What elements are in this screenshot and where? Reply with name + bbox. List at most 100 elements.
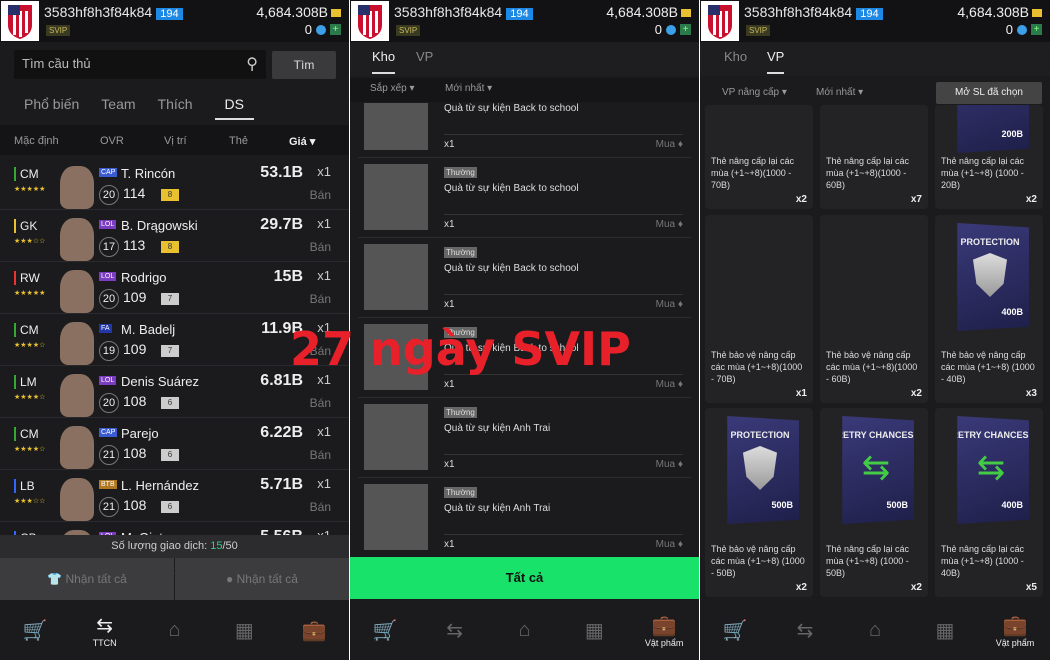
sell-button[interactable]: Bán — [310, 396, 331, 410]
player-price: 53.1B — [260, 164, 303, 181]
nav-home[interactable]: ⌂ — [149, 619, 199, 642]
nav-squad[interactable]: ▦ — [569, 618, 619, 643]
upgrade-level: 6 — [161, 449, 179, 461]
player-row[interactable]: CM ★★★★★ CAP T. Rincón 20 114 8 53.1B x1 Bán — [0, 158, 349, 210]
nav-items[interactable]: 💼 Vật phẩm — [639, 613, 689, 648]
buy-button[interactable]: Mua ♦ — [656, 299, 683, 310]
item-card[interactable]: Thẻ nâng cấp lại các mùa (+1~+8)(1000 - … — [705, 105, 813, 209]
club-crest-logo — [1, 1, 39, 41]
nav-shop[interactable]: 🛒 — [360, 618, 410, 643]
divider — [444, 294, 683, 295]
tab-ds[interactable]: DS — [214, 96, 254, 120]
storage-item[interactable]: Thường Quà từ sự kiện Anh Trai x1 Mua ♦ — [358, 478, 691, 558]
storage-item[interactable]: Thường Quà từ sự kiện Back to school x1 Mua… — [358, 238, 691, 318]
card-description: Thẻ bảo vệ nâng cấp các mùa (+1~+8)(1000… — [826, 350, 918, 384]
retry-card-art: 200B — [957, 105, 1029, 153]
nav-home[interactable]: ⌂ — [499, 619, 549, 642]
player-row[interactable]: LB ★★★☆☆ BTB L. Hernández 21 108 6 5.71B x1 Bán — [0, 470, 349, 522]
sort-ovr[interactable]: OVR — [100, 135, 124, 147]
open-selected-button[interactable]: Mở SL đã chọn — [936, 82, 1042, 104]
item-card[interactable]: RETRY CHANCES ⇆ 500B Thẻ nâng cấp lại các m… — [820, 408, 928, 597]
tab-team[interactable]: Team — [101, 96, 135, 120]
nav-label: Vật phẩm — [644, 637, 684, 648]
salary-badge: 17 — [99, 237, 119, 257]
sell-button[interactable]: Bán — [310, 188, 331, 202]
tab-popular[interactable]: Phổ biến — [24, 96, 79, 120]
storage-item[interactable]: Thường Quà từ sự kiện Back to school x1 Mua… — [358, 158, 691, 238]
storage-item[interactable]: Thường Quà từ sự kiện Anh Trai x1 Mua ♦ — [358, 398, 691, 478]
nav-ttcn[interactable]: ⇆ TTCN — [80, 613, 130, 648]
sell-button[interactable]: Bán — [310, 500, 331, 514]
rarity-badge: Thường — [444, 407, 477, 418]
add-fc-button[interactable]: + — [330, 24, 341, 35]
nav-items[interactable]: 💼 Vật phẩm — [990, 613, 1040, 648]
tab-favorite[interactable]: Thích — [158, 96, 193, 120]
item-card[interactable]: 200B Thẻ nâng cấp lại các mùa (+1~+8) (10… — [935, 105, 1043, 209]
order-dropdown[interactable]: Mới nhất ▾ — [445, 83, 492, 94]
nav-shop[interactable]: 🛒 — [10, 618, 60, 643]
sort-card[interactable]: Thẻ — [229, 135, 248, 147]
profile-header: 3583hf8h3f84k84 194 SVIP 4,684.308B 0 + — [700, 0, 1050, 42]
buy-label: Mua — [655, 139, 676, 150]
sell-button[interactable]: Bán — [310, 292, 331, 306]
nav-items[interactable]: 💼 — [289, 618, 339, 643]
bottom-nav: 🛒 ⇆ TTCN ⌂ ▦ 💼 — [0, 600, 349, 660]
transfer-icon: ⇆ — [796, 619, 814, 642]
item-card[interactable]: PROTECTION 500B Thẻ bảo vệ nâng cấp các mù… — [705, 408, 813, 597]
item-card[interactable]: Thẻ bảo vệ nâng cấp các mùa (+1~+8)(1000… — [820, 215, 928, 403]
sell-button[interactable]: Bán — [310, 448, 331, 462]
player-photo — [60, 322, 94, 365]
claim-all-coins-button[interactable]: ● Nhận tất cả — [175, 558, 349, 600]
player-row[interactable]: GK ★★★☆☆ LOL B. Drągowski 17 113 8 29.7B x1 Bán — [0, 210, 349, 262]
buy-button[interactable]: Mua ♦ — [656, 459, 683, 470]
player-name: Denis Suárez — [121, 374, 200, 389]
nav-shop[interactable]: 🛒 — [710, 618, 760, 643]
add-fc-button[interactable]: + — [1031, 24, 1042, 35]
nav-home[interactable]: ⌂ — [850, 619, 900, 642]
tab-kho[interactable]: Kho — [372, 49, 396, 74]
item-card[interactable]: RETRY CHANCES ⇆ 400B Thẻ nâng cấp lại các m… — [935, 408, 1043, 597]
sort-dropdown[interactable]: Sắp xếp ▾ — [370, 83, 415, 94]
filter-dropdown[interactable]: VP nâng cấp ▾ — [722, 87, 787, 98]
coin-amount: 4,684.308B — [957, 4, 1029, 20]
order-dropdown[interactable]: Mới nhất ▾ — [816, 87, 863, 98]
sort-price[interactable]: Giá ▾ — [289, 135, 315, 148]
item-card[interactable]: Thẻ bảo vệ nâng cấp các mùa (+1~+8)(1000… — [705, 215, 813, 403]
search-input[interactable]: Tìm cầu thủ ⚲ — [14, 50, 266, 79]
nav-squad[interactable]: ▦ — [219, 618, 269, 643]
salary-badge: 19 — [99, 341, 119, 361]
item-card[interactable]: Thẻ nâng cấp lại các mùa (+1~+8)(1000 - … — [820, 105, 928, 209]
search-button[interactable]: Tìm — [272, 51, 336, 79]
search-icon[interactable]: ⚲ — [246, 54, 258, 74]
claim-all-button[interactable]: Tất cả — [350, 557, 699, 599]
season-badge: BTB — [99, 480, 117, 489]
item-card[interactable]: PROTECTION 400B Thẻ bảo vệ nâng cấp các mù… — [935, 215, 1043, 403]
claim-all-players-button[interactable]: 👕 Nhận tất cả — [0, 558, 174, 600]
bag-icon: 💼 — [301, 619, 327, 642]
club-crest-logo — [351, 1, 389, 41]
sell-button[interactable]: Bán — [310, 240, 331, 254]
buy-button[interactable]: Mua ♦ — [656, 139, 683, 150]
protection-card-art: PROTECTION 400B — [957, 223, 1029, 331]
tab-vp[interactable]: VP — [416, 49, 433, 64]
card-description: Thẻ nâng cấp lại các mùa (+1~+8)(1000 - … — [711, 156, 795, 190]
sort-position[interactable]: Vị trí — [164, 135, 187, 147]
buy-button[interactable]: Mua ♦ — [656, 379, 683, 390]
player-row[interactable]: CM ★★★★☆ CAP Parejo 21 108 6 6.22B x1 Bán — [0, 418, 349, 470]
player-photo — [60, 426, 94, 469]
sort-default[interactable]: Mặc định — [14, 135, 59, 147]
nav-ttcn[interactable]: ⇆ — [430, 618, 480, 643]
tab-kho[interactable]: Kho — [724, 49, 747, 64]
buy-label: Mua — [655, 219, 676, 230]
buy-button[interactable]: Mua ♦ — [656, 219, 683, 230]
cart-icon: 🛒 — [722, 619, 748, 642]
tab-vp[interactable]: VP — [767, 49, 785, 74]
player-qty: x1 — [317, 164, 331, 179]
profile-header: 3583hf8h3f84k84 194 SVIP 4,684.308B 0 + — [350, 0, 699, 42]
buy-button[interactable]: Mua ♦ — [656, 539, 683, 550]
nav-ttcn[interactable]: ⇆ — [780, 618, 830, 643]
add-fc-button[interactable]: + — [680, 24, 691, 35]
coin-icon: ● — [226, 572, 237, 586]
nav-squad[interactable]: ▦ — [920, 618, 970, 643]
player-row[interactable]: RW ★★★★★ LOL Rodrigo 20 109 7 15B x1 Bán — [0, 262, 349, 314]
